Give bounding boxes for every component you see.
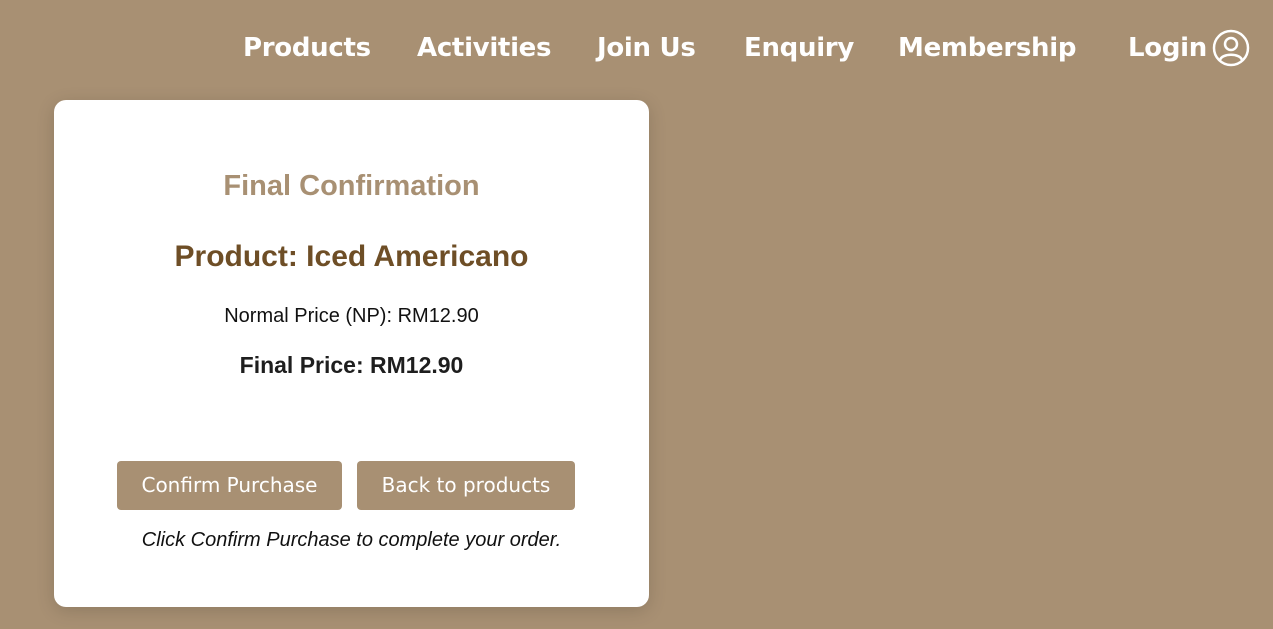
final-price: Final Price: RM12.90 [239, 352, 464, 378]
back-to-products-button[interactable]: Back to products [357, 461, 575, 510]
nav-enquiry-link[interactable]: Enquiry [744, 28, 854, 68]
nav-membership-link[interactable]: Membership [898, 28, 1076, 68]
card-content: Final Confirmation Product: Iced America… [54, 0, 649, 629]
page-title: Final Confirmation [223, 170, 480, 202]
product-name: Product: Iced Americano [174, 240, 529, 273]
user-circle-icon[interactable] [1212, 29, 1250, 67]
confirm-purchase-button[interactable]: Confirm Purchase [117, 461, 342, 510]
nav-login-link[interactable]: Login [1128, 28, 1207, 68]
normal-price: Normal Price (NP): RM12.90 [224, 305, 479, 327]
instruction-text: Click Confirm Purchase to complete your … [141, 529, 562, 551]
